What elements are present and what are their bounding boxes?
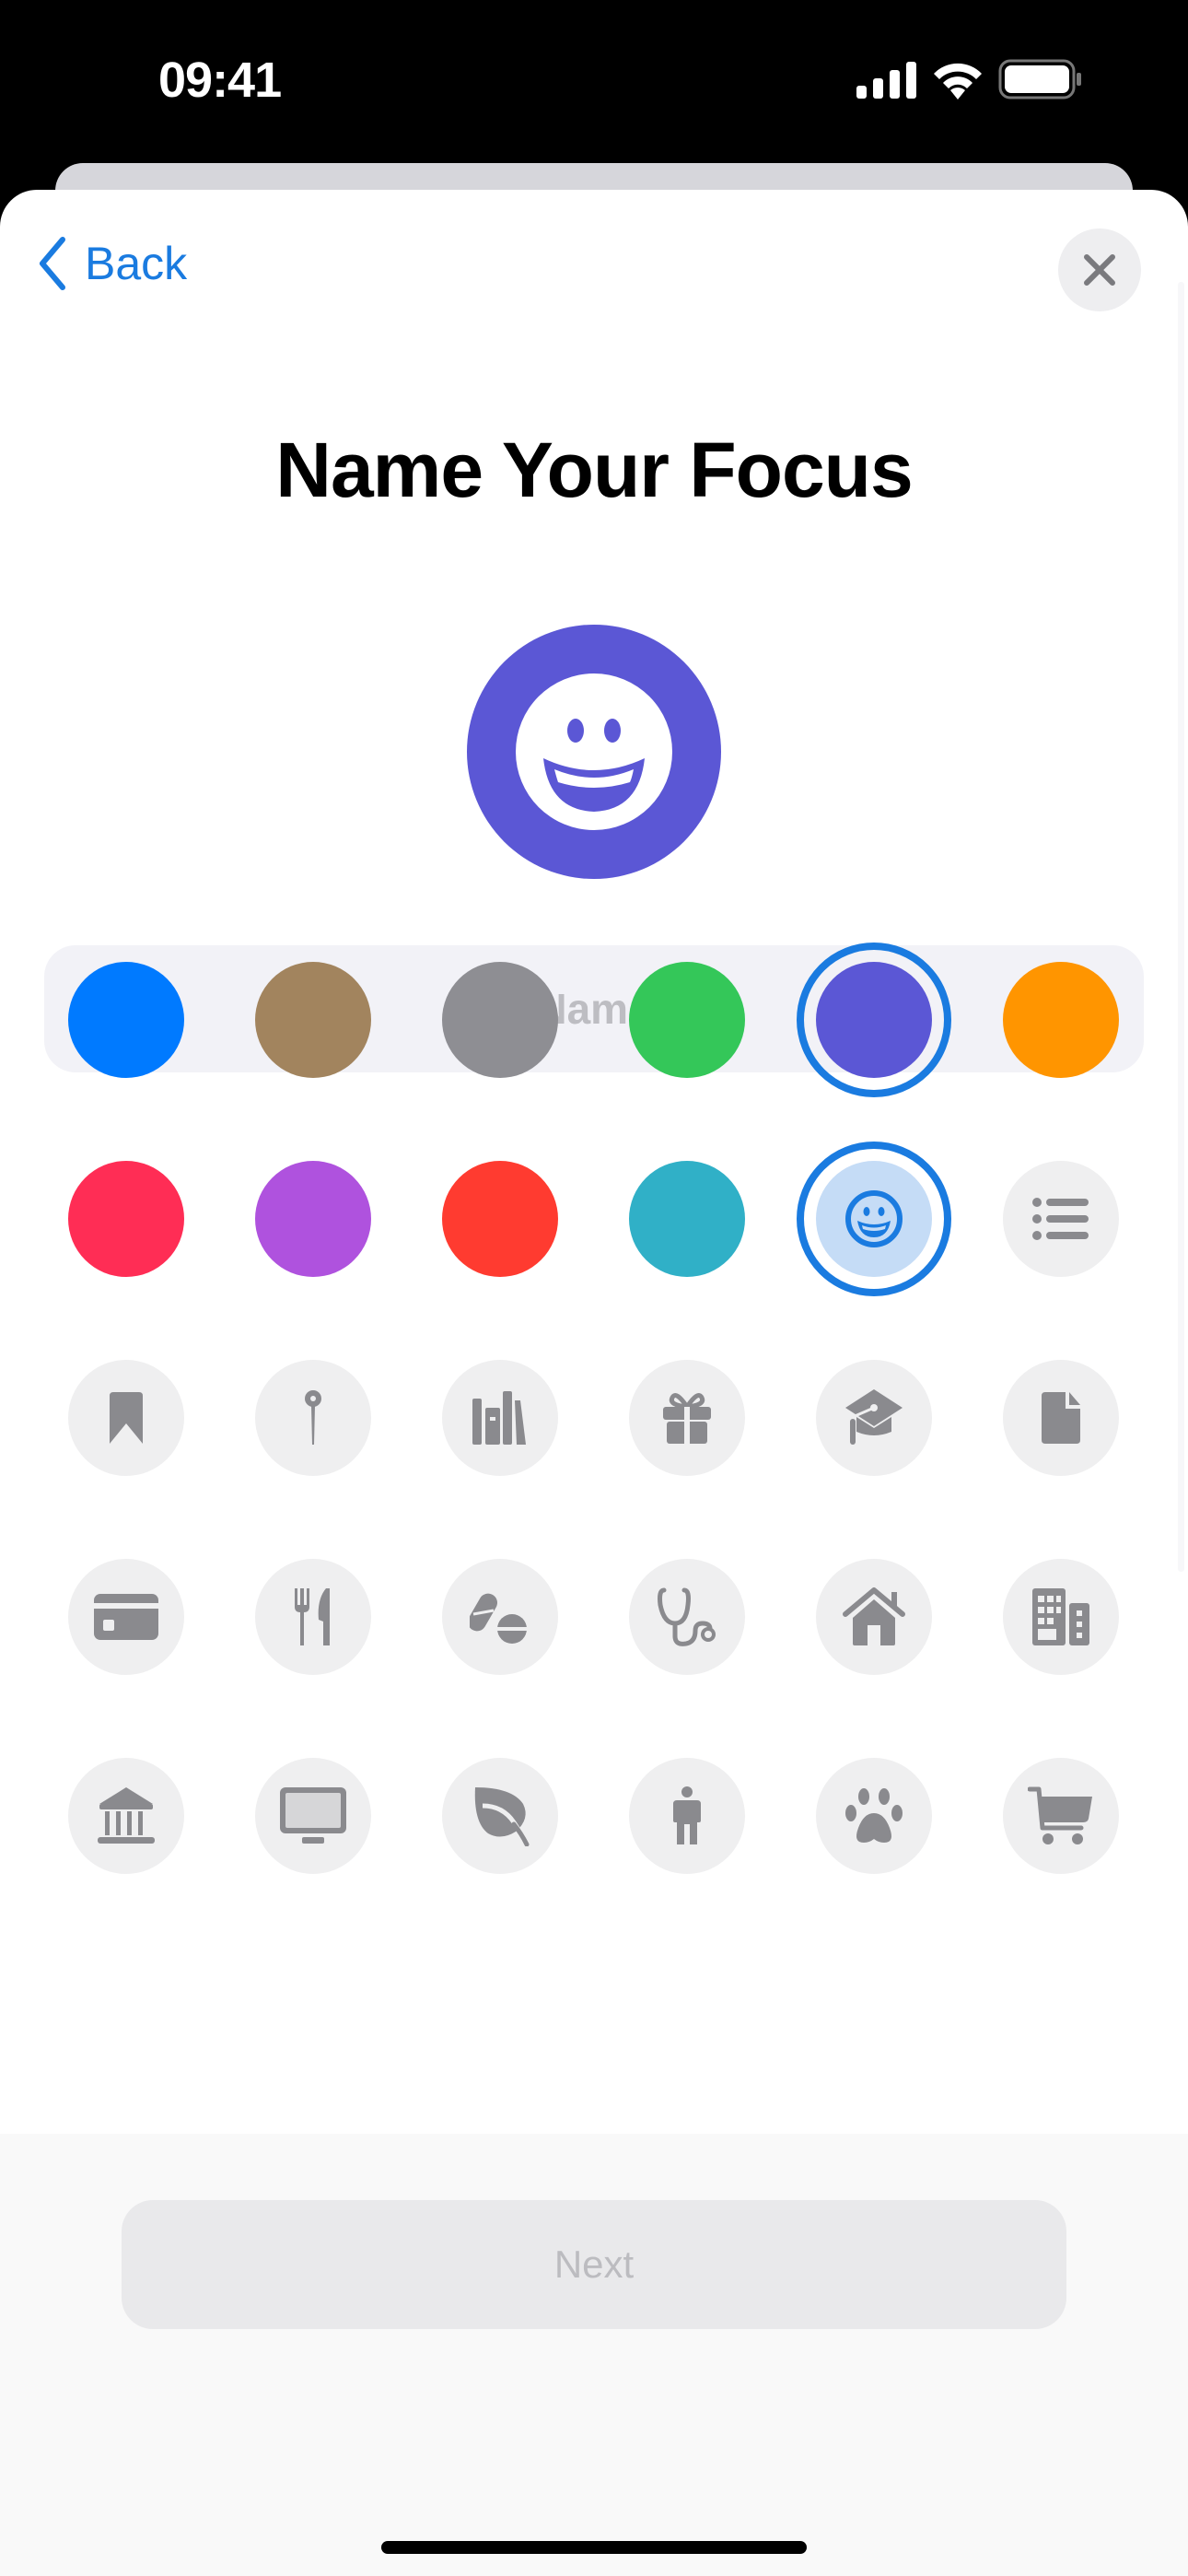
shopping-cart-icon [1028,1786,1094,1846]
symbol-option-house[interactable] [816,1559,932,1675]
symbol-option-books[interactable] [442,1360,558,1476]
document-icon [1040,1390,1082,1446]
color-swatch-blue[interactable] [68,962,184,1078]
symbol-option-smiley-face[interactable] [816,1161,932,1277]
building-icon [1031,1587,1091,1647]
house-icon [842,1587,906,1647]
symbol-option-person[interactable] [629,1758,745,1874]
pills-icon [470,1587,530,1647]
status-icons [856,59,1083,100]
status-bar: 09:41 [0,0,1188,161]
close-icon [1084,254,1115,286]
color-swatch-green[interactable] [629,962,745,1078]
wifi-icon [934,63,982,100]
fork-knife-icon [293,1587,333,1647]
paw-print-icon [844,1786,904,1846]
stethoscope-icon [657,1587,717,1647]
scrollbar[interactable] [1178,282,1184,1572]
symbol-option-building[interactable] [1003,1559,1119,1675]
home-indicator [381,2541,807,2554]
color-swatch-teal[interactable] [629,1161,745,1277]
chevron-left-icon [40,237,65,290]
close-button[interactable] [1058,228,1141,311]
symbol-option-stethoscope[interactable] [629,1559,745,1675]
books-icon [471,1389,530,1446]
symbol-option-desktop-computer[interactable] [255,1758,371,1874]
symbol-option-list-bullet[interactable] [1003,1161,1119,1277]
credit-card-icon [94,1594,158,1640]
symbol-option-shopping-cart[interactable] [1003,1758,1119,1874]
bank-icon [96,1786,157,1846]
color-swatch-red[interactable] [442,1161,558,1277]
symbol-option-fork-knife[interactable] [255,1559,371,1675]
color-swatch-indigo[interactable] [816,962,932,1078]
symbol-option-graduation-cap[interactable] [816,1360,932,1476]
bookmark-icon [106,1390,146,1446]
footer: Next [0,2134,1188,2576]
back-label: Back [85,238,188,289]
symbol-option-document[interactable] [1003,1360,1119,1476]
symbol-option-credit-card[interactable] [68,1559,184,1675]
back-button[interactable]: Back [35,236,187,291]
leaf-icon [470,1786,530,1846]
desktop-computer-icon [278,1786,348,1846]
gift-icon [661,1390,713,1446]
person-icon [671,1786,703,1846]
status-time: 09:41 [158,53,282,108]
symbol-option-gift[interactable] [629,1360,745,1476]
cellular-signal-icon [856,62,916,99]
focus-icon-preview [467,625,721,879]
color-swatch-orange[interactable] [1003,962,1119,1078]
symbol-option-pills[interactable] [442,1559,558,1675]
list-bullet-icon [1031,1195,1090,1243]
symbol-option-pin[interactable] [255,1360,371,1476]
symbol-option-leaf[interactable] [442,1758,558,1874]
smiley-face-icon [844,1189,903,1248]
graduation-cap-icon [844,1388,904,1448]
color-swatch-brown[interactable] [255,962,371,1078]
color-swatch-purple[interactable] [255,1161,371,1277]
focus-name-input[interactable] [44,945,1144,1072]
smiley-face-icon [516,673,672,830]
color-swatch-pink[interactable] [68,1161,184,1277]
color-swatch-gray[interactable] [442,962,558,1078]
symbol-option-bank[interactable] [68,1758,184,1874]
page-title: Name Your Focus [275,427,913,513]
symbol-option-paw-print[interactable] [816,1758,932,1874]
symbol-option-bookmark[interactable] [68,1360,184,1476]
battery-icon [998,59,1081,100]
pin-icon [302,1389,324,1446]
next-button[interactable]: Next [122,2200,1066,2329]
